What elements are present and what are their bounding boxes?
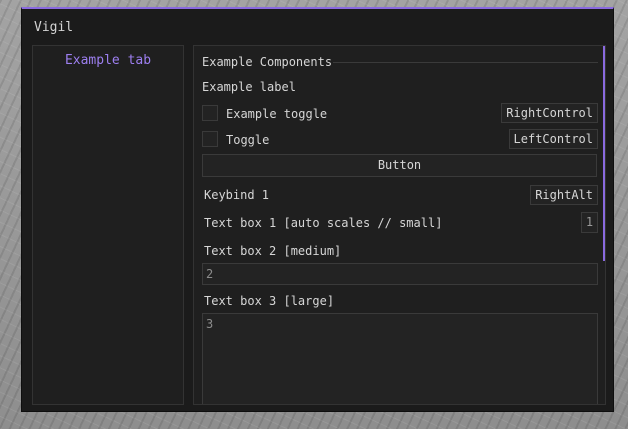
section-title: Example Components [202,55,333,69]
textbox-1-label: Text box 1 [auto scales // small] [204,216,443,230]
textbox-3-input[interactable]: 3 [202,313,598,404]
toggle-checkbox[interactable] [202,131,218,147]
content-panel: Example Components Example label Example… [193,45,606,405]
textbox-2-label: Text box 2 [medium] [204,244,342,258]
textbox-3-label: Text box 3 [large] [204,294,335,308]
tab-example[interactable]: Example tab [33,53,183,68]
toggle-keybind[interactable]: LeftControl [508,129,598,149]
example-toggle-checkbox[interactable] [202,105,218,121]
content-scrollbar[interactable] [603,46,605,261]
window-title: Vigil [34,20,74,35]
example-button[interactable]: Button [202,154,597,177]
vigil-window: Vigil Example tab Example Components Exa… [21,7,614,412]
example-toggle-keybind[interactable]: RightControl [501,103,598,123]
section-divider [333,62,598,63]
example-label: Example label [202,80,296,94]
textbox-1-input[interactable]: 1 [581,212,598,233]
keybind-button[interactable]: RightAlt [530,185,598,205]
keybind-label: Keybind 1 [204,188,270,202]
toggle-label: Toggle [226,133,270,147]
textbox-2-input[interactable]: 2 [202,263,598,285]
tab-sidebar: Example tab [32,45,184,405]
example-toggle-label: Example toggle [226,107,328,121]
